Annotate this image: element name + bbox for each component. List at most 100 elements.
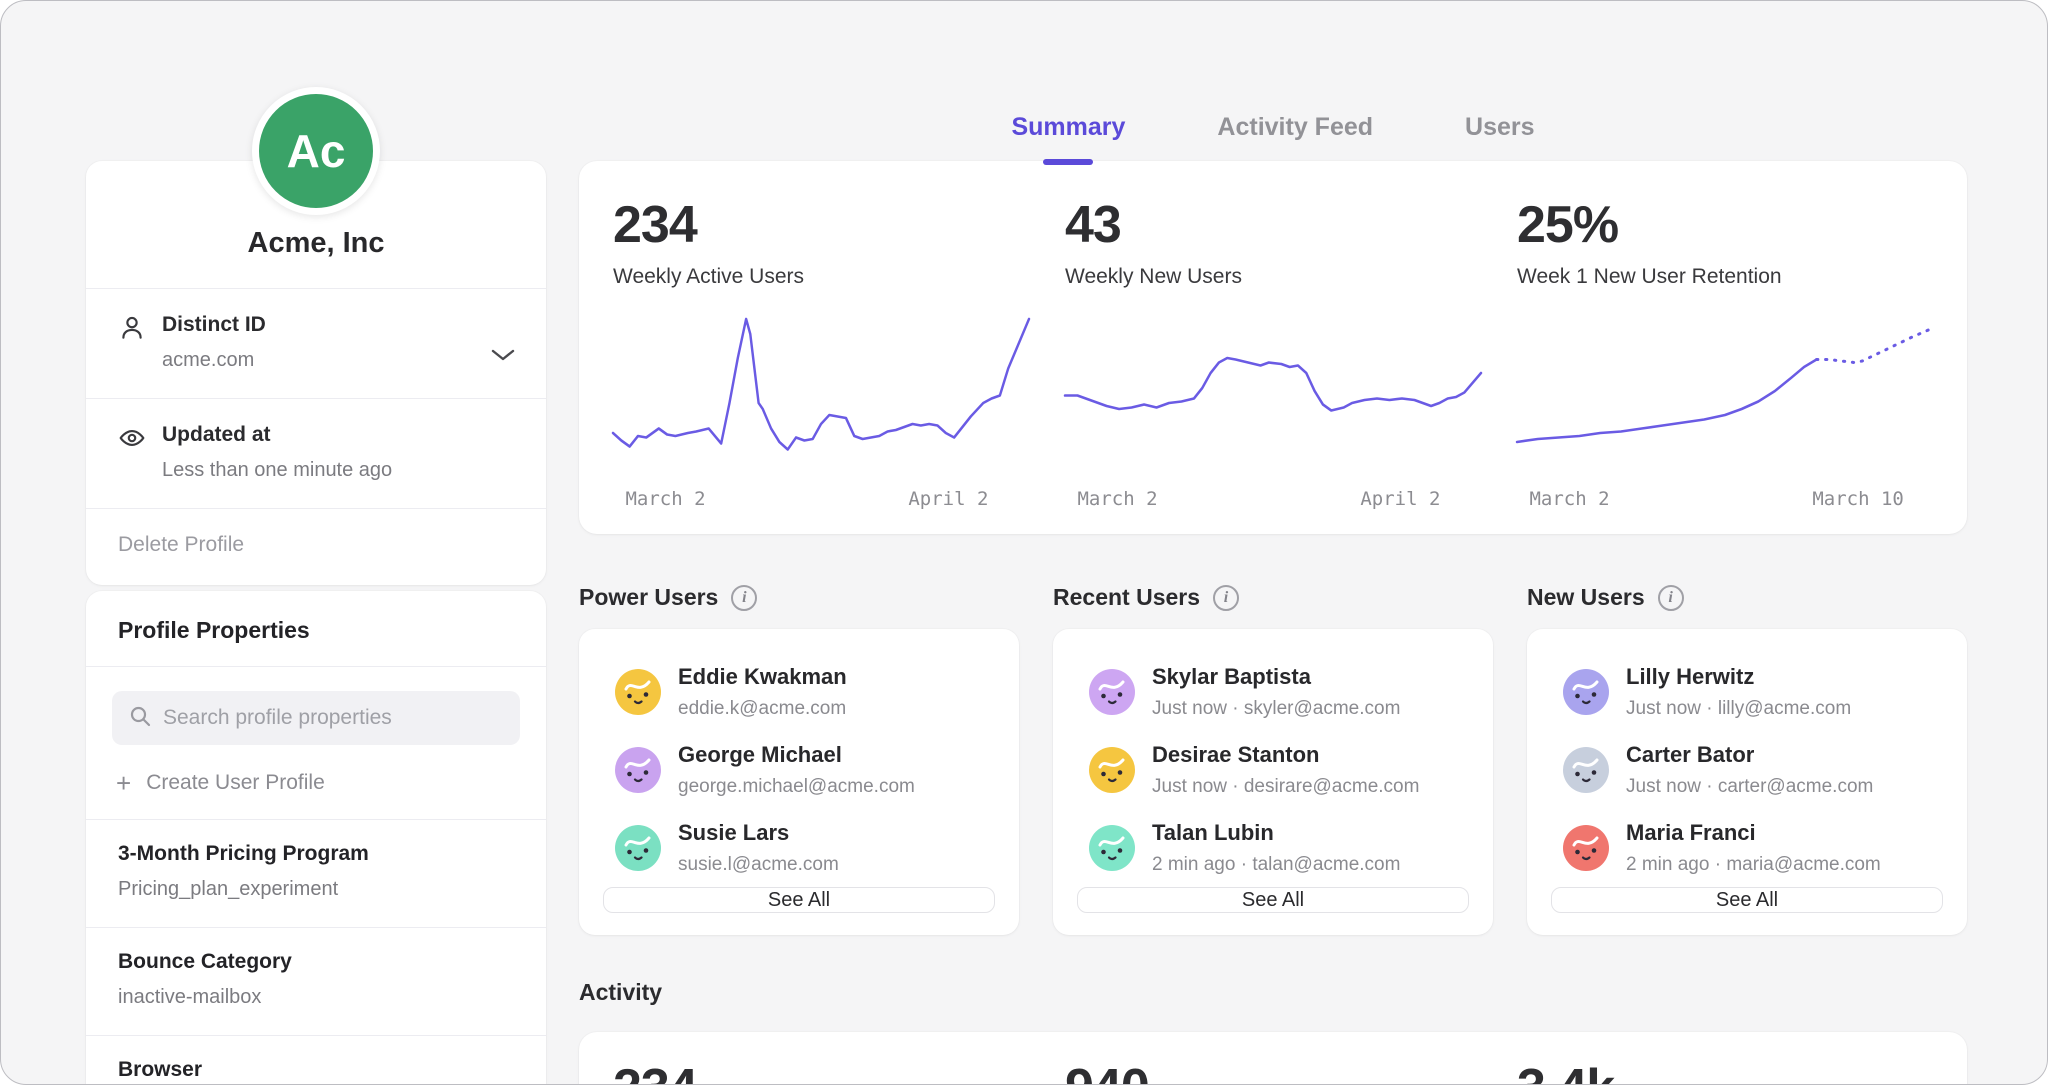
user-meta: 2 min ago · maria@acme.com — [1626, 854, 1881, 876]
property-row-browser: Browser Chrome — [86, 1035, 546, 1085]
user-name: Susie Lars — [678, 820, 839, 846]
weekly-new-users-chart — [1065, 316, 1481, 466]
user-avatar — [1089, 825, 1135, 871]
section-title: Power Users — [579, 584, 718, 611]
see-all-button[interactable]: See All — [603, 887, 995, 913]
x-axis-end-label: March 10 — [1812, 488, 1904, 510]
user-avatar — [1563, 747, 1609, 793]
chevron-down-icon[interactable] — [490, 347, 516, 363]
plus-icon: + — [116, 773, 131, 793]
user-row[interactable]: Susie Lars susie.l@acme.com — [601, 809, 997, 887]
stat-value: 25% — [1517, 199, 1933, 251]
user-meta: Just now · carter@acme.com — [1626, 776, 1873, 798]
user-name: Eddie Kwakman — [678, 664, 847, 690]
power-users-header: Power Users i — [579, 584, 1019, 611]
distinct-id-row[interactable]: Distinct ID acme.com — [86, 288, 546, 398]
stat-week1-retention: 25% Week 1 New User Retention March 2 Ma… — [1517, 199, 1933, 534]
sidebar: Ac Acme, Inc Distinct ID acme.com — [86, 1, 546, 1084]
weekly-active-users-chart — [613, 316, 1029, 466]
user-row[interactable]: Desirae Stanton Just now · desirare@acme… — [1075, 731, 1471, 809]
activity-stat-value: 3.4k — [1517, 1062, 1933, 1085]
power-users-card: Eddie Kwakman eddie.k@acme.com George Mi… — [579, 629, 1019, 935]
profile-properties-card: Profile Properties + Create User Profile… — [86, 591, 546, 1085]
profile-properties-search[interactable] — [112, 691, 520, 745]
summary-stats-card: 234 Weekly Active Users March 2 April 2 … — [579, 161, 1967, 534]
user-name: Skylar Baptista — [1152, 664, 1400, 690]
updated-at-row: Updated at Less than one minute ago — [86, 398, 546, 508]
user-row[interactable]: George Michael george.michael@acme.com — [601, 731, 997, 809]
user-meta: 2 min ago · talan@acme.com — [1152, 854, 1400, 876]
recent-users-header: Recent Users i — [1053, 584, 1493, 611]
user-name: Lilly Herwitz — [1626, 664, 1851, 690]
company-name: Acme, Inc — [106, 227, 526, 260]
user-meta: Just now · skyler@acme.com — [1152, 698, 1400, 720]
user-meta: george.michael@acme.com — [678, 776, 915, 798]
user-row[interactable]: Maria Franci 2 min ago · maria@acme.com — [1549, 809, 1945, 887]
x-axis-labels: March 2 April 2 — [1065, 488, 1481, 514]
x-axis-labels: March 2 April 2 — [613, 488, 1029, 514]
user-meta: susie.l@acme.com — [678, 854, 839, 876]
user-row[interactable]: Talan Lubin 2 min ago · talan@acme.com — [1075, 809, 1471, 887]
person-icon — [118, 314, 146, 342]
see-all-button[interactable]: See All — [1077, 887, 1469, 913]
activity-title: Activity — [579, 979, 1967, 1006]
property-label: Browser — [118, 1058, 514, 1082]
x-axis-start-label: March 2 — [1077, 488, 1157, 510]
tab-summary[interactable]: Summary — [1011, 113, 1125, 143]
user-row[interactable]: Eddie Kwakman eddie.k@acme.com — [601, 653, 997, 731]
user-name: Maria Franci — [1626, 820, 1881, 846]
property-value: Pricing_plan_experiment — [118, 878, 514, 901]
property-label: Bounce Category — [118, 950, 514, 974]
user-name: George Michael — [678, 742, 915, 768]
section-title: Recent Users — [1053, 584, 1200, 611]
recent-users-card: Skylar Baptista Just now · skyler@acme.c… — [1053, 629, 1493, 935]
company-avatar: Ac — [252, 87, 380, 215]
info-icon[interactable]: i — [1658, 585, 1684, 611]
x-axis-start-label: March 2 — [625, 488, 705, 510]
new-users-section: New Users i Lilly Herwitz Just now · lil… — [1527, 584, 1967, 935]
main-content: Summary Activity Feed Users 234 Weekly A… — [579, 1, 1967, 1085]
new-users-header: New Users i — [1527, 584, 1967, 611]
stat-label: Weekly New Users — [1065, 265, 1481, 288]
updated-at-value: Less than one minute ago — [162, 459, 392, 482]
stat-weekly-active-users: 234 Weekly Active Users March 2 April 2 — [613, 199, 1029, 534]
user-avatar — [615, 825, 661, 871]
user-row[interactable]: Carter Bator Just now · carter@acme.com — [1549, 731, 1945, 809]
recent-users-section: Recent Users i Skylar Baptista Just now … — [1053, 584, 1493, 935]
stat-weekly-new-users: 43 Weekly New Users March 2 April 2 — [1065, 199, 1481, 534]
property-label: 3-Month Pricing Program — [118, 842, 514, 866]
see-all-button[interactable]: See All — [1551, 887, 1943, 913]
user-name: Carter Bator — [1626, 742, 1873, 768]
activity-card: 234 940 3.4k — [579, 1032, 1967, 1085]
tab-activity-feed[interactable]: Activity Feed — [1217, 113, 1373, 143]
activity-stat-value: 234 — [613, 1062, 1029, 1085]
create-user-profile-button[interactable]: + Create User Profile — [116, 771, 520, 795]
distinct-id-label: Distinct ID — [162, 313, 266, 337]
delete-profile-button[interactable]: Delete Profile — [86, 508, 546, 585]
search-input[interactable] — [163, 706, 504, 730]
user-avatar — [1563, 669, 1609, 715]
user-row[interactable]: Skylar Baptista Just now · skyler@acme.c… — [1075, 653, 1471, 731]
company-avatar-initials: Ac — [287, 124, 346, 178]
activity-stat-value: 940 — [1065, 1062, 1481, 1085]
user-avatar — [615, 747, 661, 793]
user-name: Desirae Stanton — [1152, 742, 1419, 768]
user-row[interactable]: Lilly Herwitz Just now · lilly@acme.com — [1549, 653, 1945, 731]
tab-users[interactable]: Users — [1465, 113, 1535, 143]
power-users-section: Power Users i Eddie Kwakman eddie.k@acme… — [579, 584, 1019, 935]
stat-value: 43 — [1065, 199, 1481, 251]
profile-properties-title: Profile Properties — [86, 591, 546, 667]
user-meta: Just now · lilly@acme.com — [1626, 698, 1851, 720]
user-avatar — [615, 669, 661, 715]
info-icon[interactable]: i — [731, 585, 757, 611]
create-user-profile-label: Create User Profile — [146, 771, 325, 795]
stat-value: 234 — [613, 199, 1029, 251]
x-axis-end-label: April 2 — [908, 488, 988, 510]
identity-card: Acme, Inc Distinct ID acme.com — [86, 161, 546, 585]
search-icon — [128, 704, 152, 733]
user-meta: eddie.k@acme.com — [678, 698, 847, 720]
property-row-bounce-category: Bounce Category inactive-mailbox — [86, 927, 546, 1035]
info-icon[interactable]: i — [1213, 585, 1239, 611]
user-lists-row: Power Users i Eddie Kwakman eddie.k@acme… — [579, 584, 1967, 935]
user-avatar — [1089, 747, 1135, 793]
